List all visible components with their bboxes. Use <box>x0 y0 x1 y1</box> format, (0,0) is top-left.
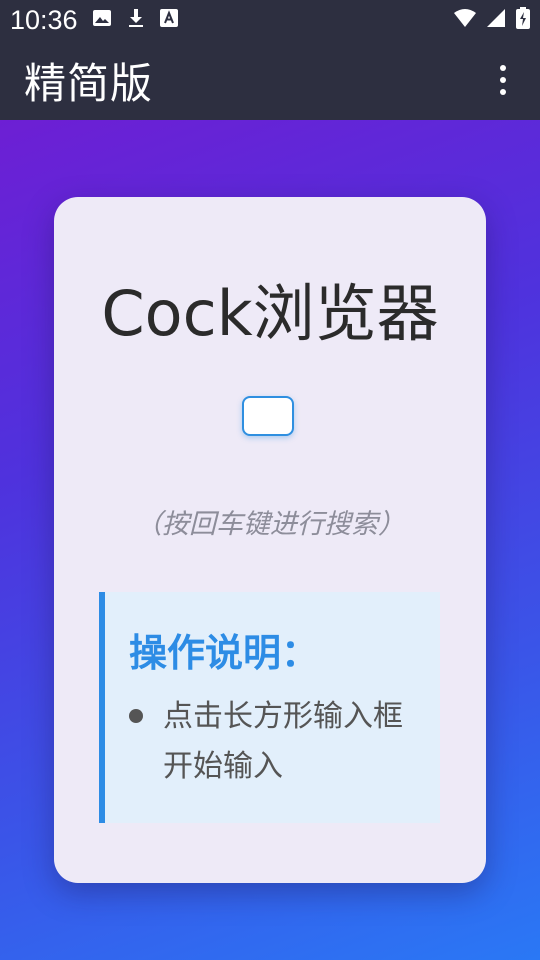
notification-icons <box>92 8 178 32</box>
search-input[interactable] <box>242 396 294 436</box>
instructions-title: 操作说明： <box>129 631 320 675</box>
status-bar-left: 10:36 <box>10 5 178 36</box>
battery-charging-icon <box>516 7 530 33</box>
wifi-icon <box>454 8 476 32</box>
status-bar: 10:36 <box>0 0 540 40</box>
image-icon <box>92 8 112 32</box>
search-hint: （按回车键进行搜索） <box>135 509 405 540</box>
bullet-icon <box>129 709 143 723</box>
browser-card: Cock浏览器 （按回车键进行搜索） 操作说明： 点击长方形输入框开始输入 <box>54 197 486 883</box>
status-bar-right <box>454 7 530 33</box>
signal-icon <box>486 8 506 32</box>
font-icon <box>159 9 178 31</box>
instruction-text: 点击长方形输入框开始输入 <box>163 699 403 784</box>
more-vertical-icon[interactable] <box>490 60 516 100</box>
instructions-panel: 操作说明： 点击长方形输入框开始输入 <box>99 592 440 823</box>
download-icon <box>126 8 146 32</box>
list-item: 点击长方形输入框开始输入 <box>129 692 429 792</box>
app-title: 精简版 <box>24 58 154 108</box>
app-bar: 精简版 <box>0 40 540 120</box>
main-content: Cock浏览器 （按回车键进行搜索） 操作说明： 点击长方形输入框开始输入 <box>0 120 540 960</box>
instructions-list: 点击长方形输入框开始输入 <box>129 692 429 792</box>
status-time: 10:36 <box>10 4 78 35</box>
browser-title: Cock浏览器 <box>101 277 439 350</box>
